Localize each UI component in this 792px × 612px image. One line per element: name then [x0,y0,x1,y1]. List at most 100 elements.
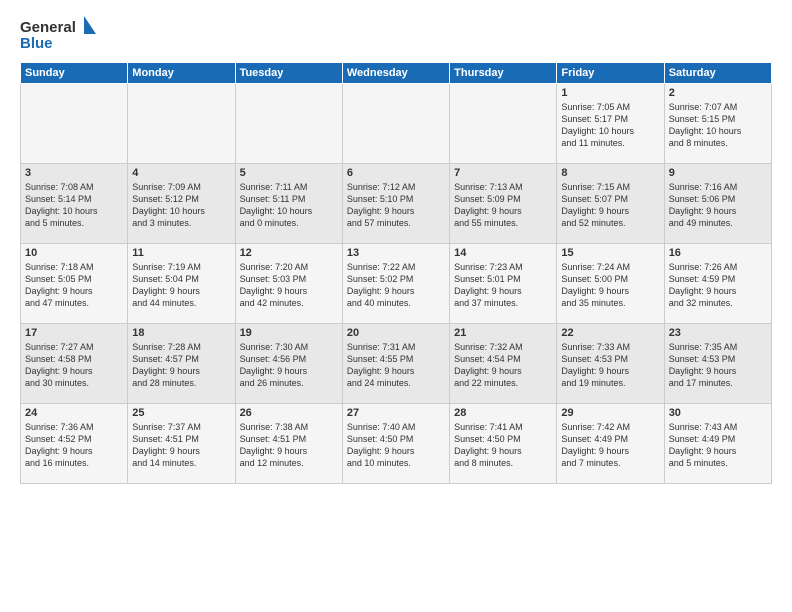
day-info: Sunrise: 7:13 AM Sunset: 5:09 PM Dayligh… [454,181,552,230]
day-info: Sunrise: 7:11 AM Sunset: 5:11 PM Dayligh… [240,181,338,230]
weekday-header-friday: Friday [557,63,664,84]
calendar-cell: 22 Sunrise: 7:33 AM Sunset: 4:53 PM Dayli… [557,324,664,404]
day-number: 1 [561,87,659,99]
day-info: Sunrise: 7:31 AM Sunset: 4:55 PM Dayligh… [347,341,445,390]
day-number: 28 [454,407,552,419]
day-info: Sunrise: 7:12 AM Sunset: 5:10 PM Dayligh… [347,181,445,230]
week-row-2: 3 Sunrise: 7:08 AM Sunset: 5:14 PM Daylig… [21,164,772,244]
svg-text:General: General [20,19,76,36]
day-info: Sunrise: 7:38 AM Sunset: 4:51 PM Dayligh… [240,421,338,470]
calendar-cell: 29 Sunrise: 7:42 AM Sunset: 4:49 PM Dayli… [557,404,664,484]
weekday-header-sunday: Sunday [21,63,128,84]
calendar-cell: 15 Sunrise: 7:24 AM Sunset: 5:00 PM Dayli… [557,244,664,324]
day-number: 21 [454,327,552,339]
day-info: Sunrise: 7:28 AM Sunset: 4:57 PM Dayligh… [132,341,230,390]
day-info: Sunrise: 7:19 AM Sunset: 5:04 PM Dayligh… [132,261,230,310]
calendar-cell: 19 Sunrise: 7:30 AM Sunset: 4:56 PM Dayli… [235,324,342,404]
week-row-3: 10 Sunrise: 7:18 AM Sunset: 5:05 PM Dayli… [21,244,772,324]
calendar-cell: 13 Sunrise: 7:22 AM Sunset: 5:02 PM Dayli… [342,244,449,324]
weekday-header-tuesday: Tuesday [235,63,342,84]
calendar-cell: 6 Sunrise: 7:12 AM Sunset: 5:10 PM Daylig… [342,164,449,244]
week-row-4: 17 Sunrise: 7:27 AM Sunset: 4:58 PM Dayli… [21,324,772,404]
calendar-cell: 10 Sunrise: 7:18 AM Sunset: 5:05 PM Dayli… [21,244,128,324]
weekday-header-wednesday: Wednesday [342,63,449,84]
day-info: Sunrise: 7:42 AM Sunset: 4:49 PM Dayligh… [561,421,659,470]
calendar-cell: 9Sunrise: 7:16 AM Sunset: 5:06 PM Daylig… [664,164,771,244]
weekday-header-thursday: Thursday [450,63,557,84]
day-info: Sunrise: 7:40 AM Sunset: 4:50 PM Dayligh… [347,421,445,470]
day-number: 14 [454,247,552,259]
day-number: 17 [25,327,123,339]
day-info: Sunrise: 7:41 AM Sunset: 4:50 PM Dayligh… [454,421,552,470]
day-info: Sunrise: 7:36 AM Sunset: 4:52 PM Dayligh… [25,421,123,470]
page: GeneralBlue SundayMondayTuesdayWednesday… [0,0,792,494]
calendar-cell: 1Sunrise: 7:05 AM Sunset: 5:17 PM Daylig… [557,84,664,164]
day-number: 23 [669,327,767,339]
calendar-cell [342,84,449,164]
calendar-cell: 23 Sunrise: 7:35 AM Sunset: 4:53 PM Dayli… [664,324,771,404]
day-number: 7 [454,167,552,179]
week-row-5: 24 Sunrise: 7:36 AM Sunset: 4:52 PM Dayli… [21,404,772,484]
logo: GeneralBlue [20,16,100,52]
day-info: Sunrise: 7:26 AM Sunset: 4:59 PM Dayligh… [669,261,767,310]
day-number: 19 [240,327,338,339]
calendar-table: SundayMondayTuesdayWednesdayThursdayFrid… [20,62,772,484]
day-number: 13 [347,247,445,259]
day-info: Sunrise: 7:30 AM Sunset: 4:56 PM Dayligh… [240,341,338,390]
day-info: Sunrise: 7:07 AM Sunset: 5:15 PM Dayligh… [669,101,767,150]
day-info: Sunrise: 7:32 AM Sunset: 4:54 PM Dayligh… [454,341,552,390]
calendar-cell: 20Sunrise: 7:31 AM Sunset: 4:55 PM Dayli… [342,324,449,404]
calendar-cell [450,84,557,164]
day-number: 11 [132,247,230,259]
calendar-cell: 8Sunrise: 7:15 AM Sunset: 5:07 PM Daylig… [557,164,664,244]
day-info: Sunrise: 7:43 AM Sunset: 4:49 PM Dayligh… [669,421,767,470]
logo-icon: GeneralBlue [20,16,100,52]
calendar-cell [235,84,342,164]
day-info: Sunrise: 7:33 AM Sunset: 4:53 PM Dayligh… [561,341,659,390]
day-info: Sunrise: 7:37 AM Sunset: 4:51 PM Dayligh… [132,421,230,470]
day-number: 27 [347,407,445,419]
weekday-header-saturday: Saturday [664,63,771,84]
day-info: Sunrise: 7:20 AM Sunset: 5:03 PM Dayligh… [240,261,338,310]
svg-text:Blue: Blue [20,35,53,52]
calendar-cell: 28 Sunrise: 7:41 AM Sunset: 4:50 PM Dayli… [450,404,557,484]
day-info: Sunrise: 7:35 AM Sunset: 4:53 PM Dayligh… [669,341,767,390]
calendar-cell: 3 Sunrise: 7:08 AM Sunset: 5:14 PM Daylig… [21,164,128,244]
day-info: Sunrise: 7:24 AM Sunset: 5:00 PM Dayligh… [561,261,659,310]
day-number: 25 [132,407,230,419]
calendar-cell: 26 Sunrise: 7:38 AM Sunset: 4:51 PM Dayli… [235,404,342,484]
calendar-cell: 14 Sunrise: 7:23 AM Sunset: 5:01 PM Dayli… [450,244,557,324]
calendar-cell: 16Sunrise: 7:26 AM Sunset: 4:59 PM Dayli… [664,244,771,324]
day-number: 6 [347,167,445,179]
day-number: 24 [25,407,123,419]
day-number: 18 [132,327,230,339]
calendar-cell: 30 Sunrise: 7:43 AM Sunset: 4:49 PM Dayli… [664,404,771,484]
day-number: 8 [561,167,659,179]
calendar-cell: 12 Sunrise: 7:20 AM Sunset: 5:03 PM Dayli… [235,244,342,324]
day-info: Sunrise: 7:18 AM Sunset: 5:05 PM Dayligh… [25,261,123,310]
day-number: 26 [240,407,338,419]
calendar-cell: 18 Sunrise: 7:28 AM Sunset: 4:57 PM Dayli… [128,324,235,404]
calendar-cell: 21 Sunrise: 7:32 AM Sunset: 4:54 PM Dayli… [450,324,557,404]
calendar-cell: 24 Sunrise: 7:36 AM Sunset: 4:52 PM Dayli… [21,404,128,484]
day-info: Sunrise: 7:23 AM Sunset: 5:01 PM Dayligh… [454,261,552,310]
calendar-cell: 4Sunrise: 7:09 AM Sunset: 5:12 PM Daylig… [128,164,235,244]
day-info: Sunrise: 7:22 AM Sunset: 5:02 PM Dayligh… [347,261,445,310]
calendar-cell: 11 Sunrise: 7:19 AM Sunset: 5:04 PM Dayli… [128,244,235,324]
calendar-cell: 17 Sunrise: 7:27 AM Sunset: 4:58 PM Dayli… [21,324,128,404]
calendar-cell [21,84,128,164]
day-number: 5 [240,167,338,179]
day-info: Sunrise: 7:16 AM Sunset: 5:06 PM Dayligh… [669,181,767,230]
day-info: Sunrise: 7:08 AM Sunset: 5:14 PM Dayligh… [25,181,123,230]
day-number: 15 [561,247,659,259]
day-number: 4 [132,167,230,179]
day-number: 30 [669,407,767,419]
day-number: 12 [240,247,338,259]
day-number: 22 [561,327,659,339]
weekday-header-monday: Monday [128,63,235,84]
day-info: Sunrise: 7:27 AM Sunset: 4:58 PM Dayligh… [25,341,123,390]
day-number: 29 [561,407,659,419]
calendar-cell [128,84,235,164]
day-number: 3 [25,167,123,179]
day-number: 10 [25,247,123,259]
